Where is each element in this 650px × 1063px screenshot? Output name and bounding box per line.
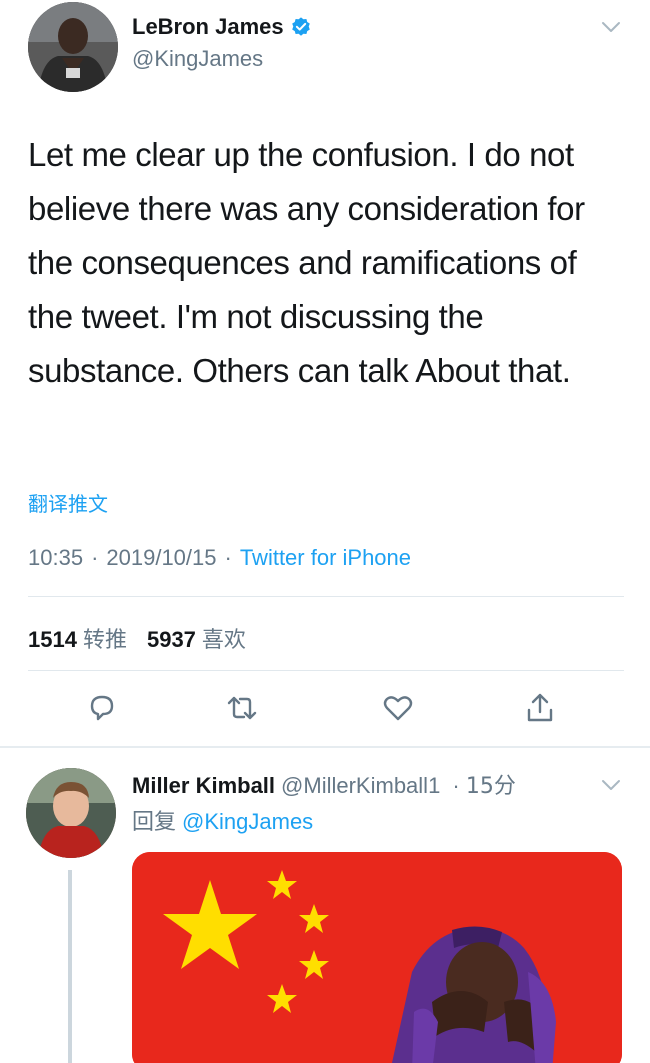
retweets-count: 1514 [28, 627, 77, 652]
profile-photo [28, 2, 118, 92]
reply-tweet[interactable]: Miller Kimball @MillerKimball1 · 15分 回复 @K… [0, 748, 650, 1063]
likes-label: 喜欢 [201, 628, 246, 653]
reply-header: Miller Kimball @MillerKimball1 · 15分 [132, 768, 516, 800]
tweet-date: 2019/10/15 [106, 545, 217, 570]
likes-count: 5937 [146, 627, 196, 652]
retweets-stat[interactable]: 1514 转推 [28, 627, 147, 653]
like-heart-icon[interactable] [380, 690, 416, 726]
action-bar [0, 690, 650, 730]
reply-time: 15分 [465, 774, 516, 799]
author-row: LeBron James [132, 14, 312, 40]
divider [28, 670, 624, 671]
profile-photo [26, 768, 116, 858]
display-name[interactable]: LeBron James [132, 14, 284, 40]
flag-image [132, 852, 622, 1063]
chevron-down-icon[interactable] [600, 778, 622, 792]
tweet-text: Let me clear up the confusion. I do not … [28, 136, 585, 389]
author-handle[interactable]: @KingJames [132, 46, 263, 72]
thread-line [68, 870, 72, 1063]
tweet-stats: 1514 转推 5937 喜欢 [28, 622, 266, 654]
tweet-source-link[interactable]: Twitter for iPhone [240, 545, 411, 570]
media-image[interactable] [132, 852, 622, 1063]
retweets-label: 转推 [82, 628, 127, 653]
verified-badge-icon [291, 17, 310, 36]
main-tweet: LeBron James @KingJames Let me clear up … [0, 0, 650, 745]
separator-dot: · [91, 545, 99, 570]
separator-dot: · [446, 773, 466, 798]
tweet-meta: 10:35 · 2019/10/15 · Twitter for iPhone [28, 545, 411, 571]
reply-handle[interactable]: @MillerKimball1 [281, 773, 440, 798]
separator-dot: · [224, 545, 232, 570]
replying-label: 回复 [132, 810, 177, 835]
avatar[interactable] [28, 2, 118, 92]
share-icon[interactable] [522, 690, 558, 726]
tweet-time: 10:35 [28, 545, 84, 570]
replying-to: 回复 @KingJames [132, 804, 313, 836]
reply-display-name[interactable]: Miller Kimball [132, 773, 275, 798]
mention-link[interactable]: @KingJames [182, 809, 313, 834]
divider [28, 596, 624, 597]
chevron-down-icon[interactable] [600, 20, 622, 34]
translate-tweet-link[interactable]: 翻译推文 [28, 488, 108, 517]
reply-icon[interactable] [84, 690, 120, 726]
avatar[interactable] [26, 768, 116, 858]
retweet-icon[interactable] [224, 690, 260, 726]
likes-stat[interactable]: 5937 喜欢 [146, 627, 266, 653]
